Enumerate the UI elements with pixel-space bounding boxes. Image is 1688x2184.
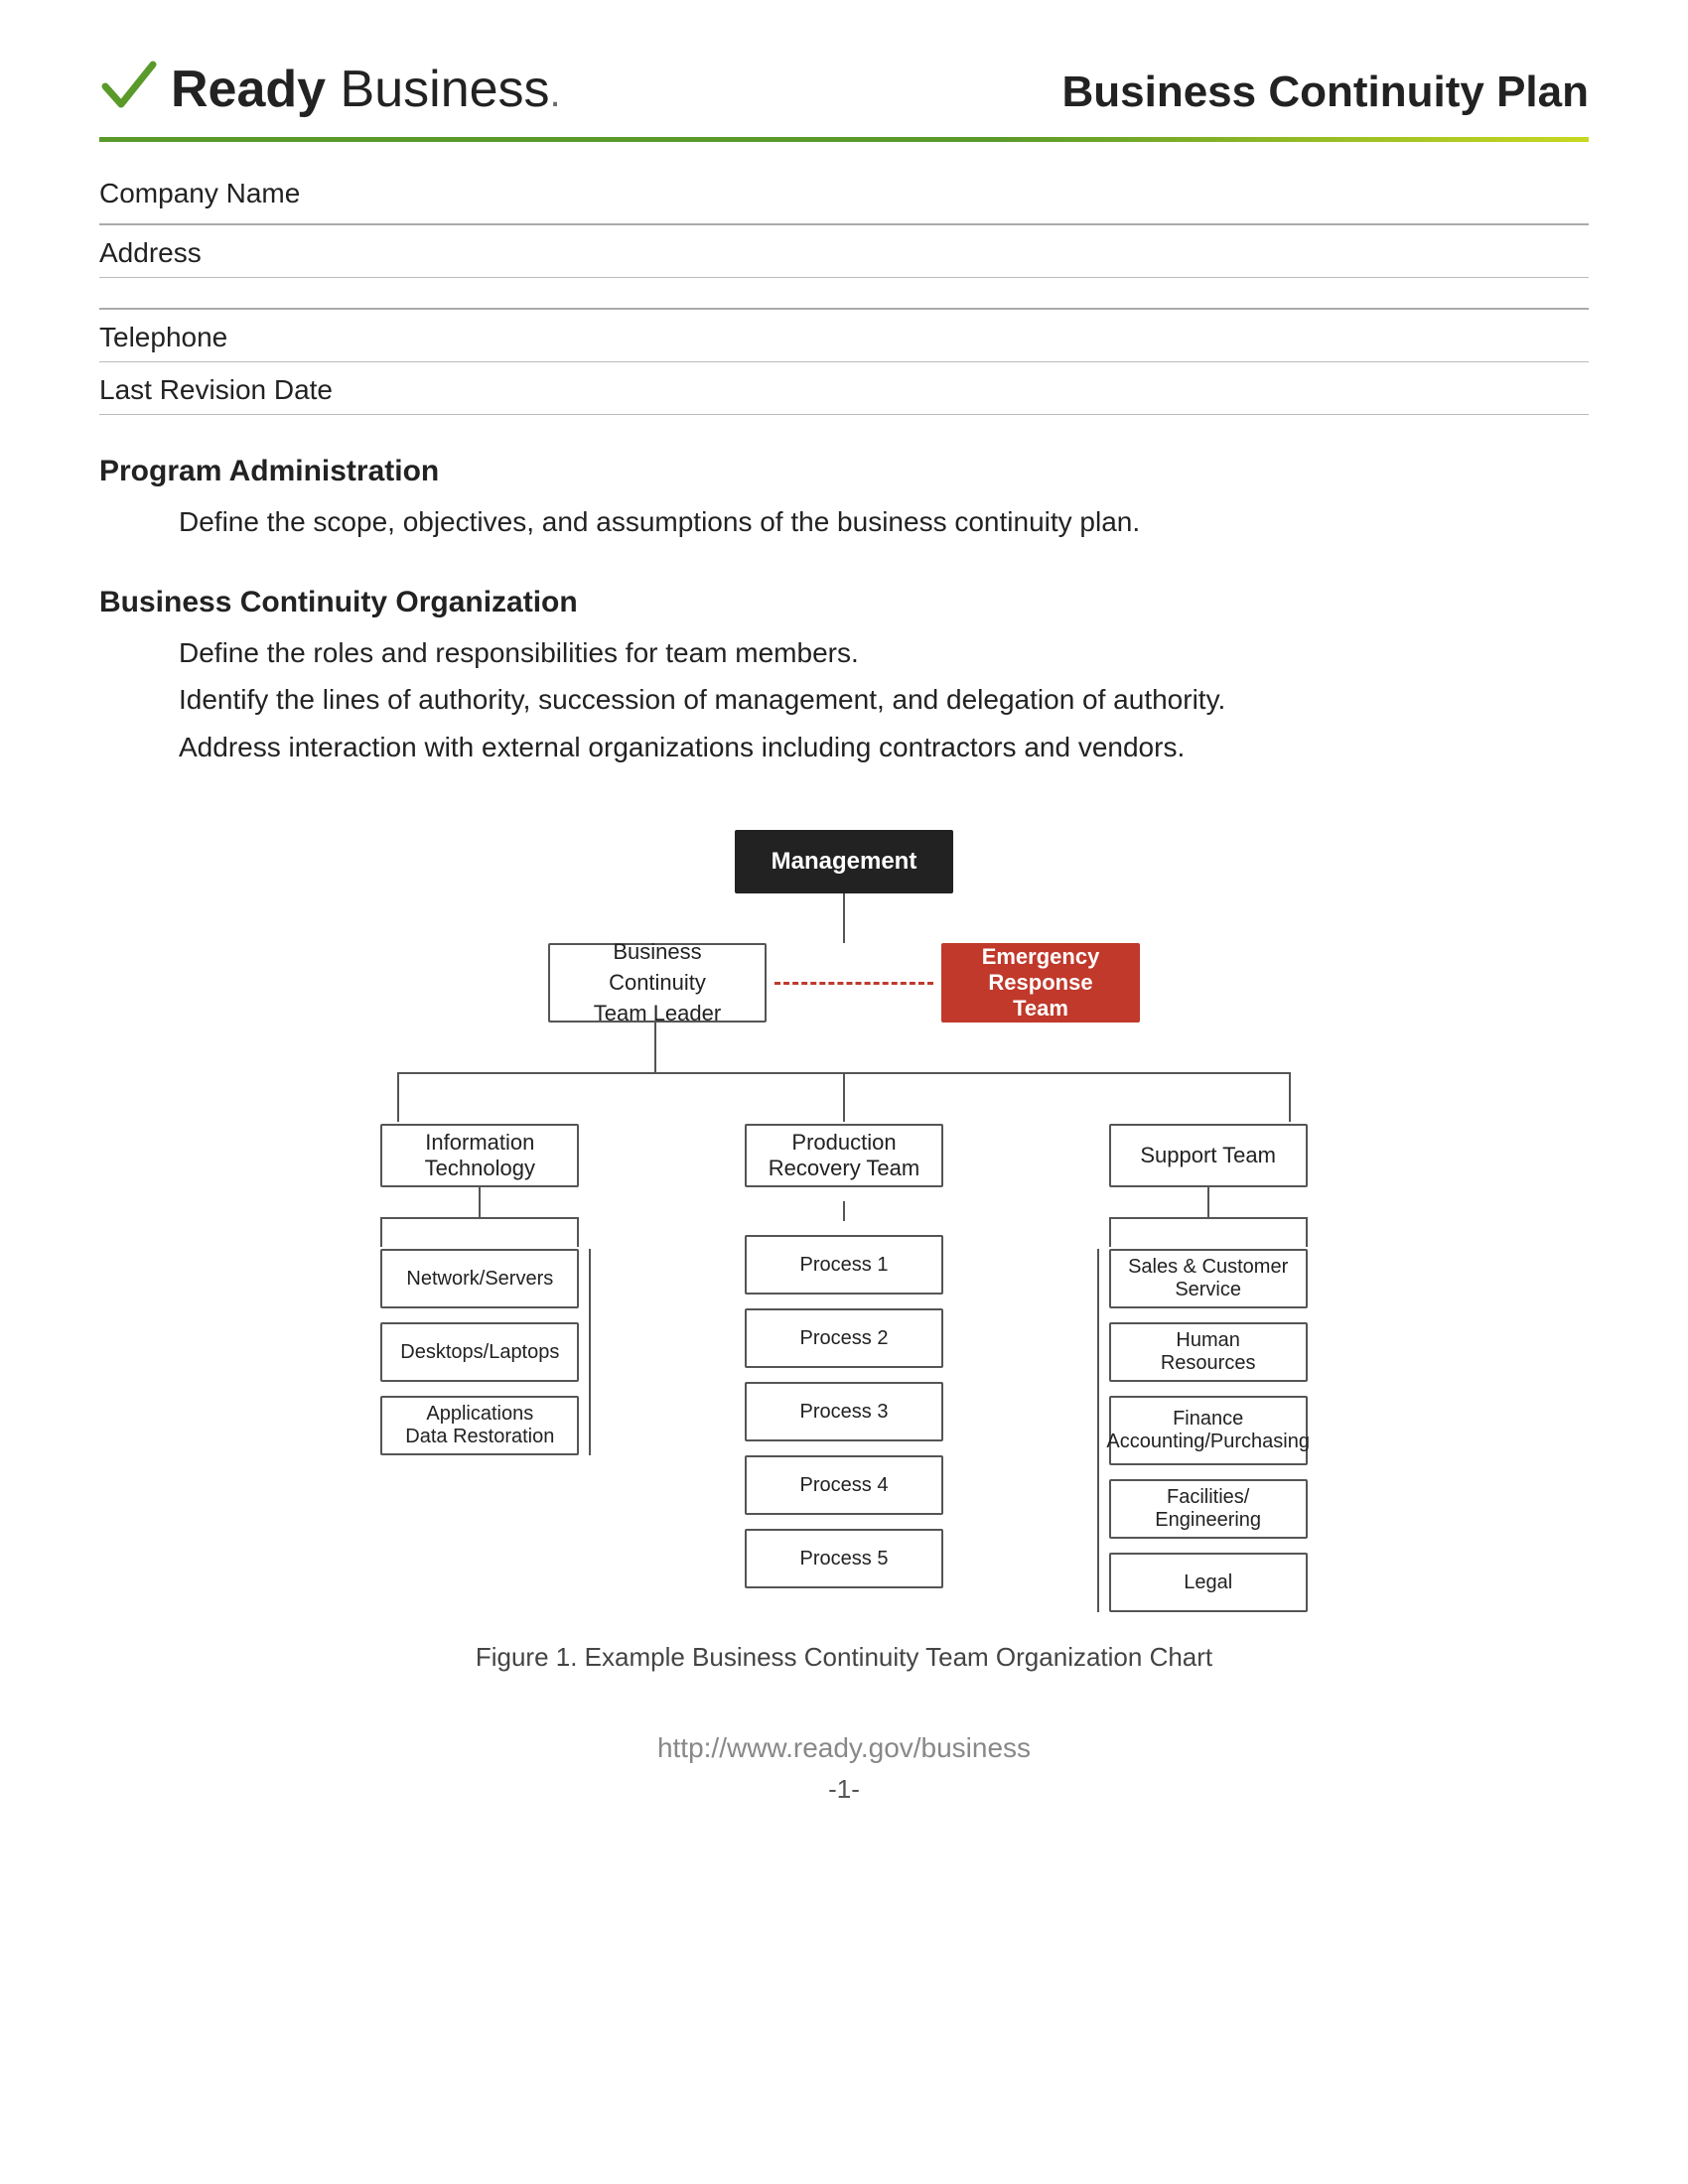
support-hline [1109,1217,1308,1219]
bc-org-title: Business Continuity Organization [99,586,1589,619]
org-chart: Management Business ContinuityTeam Leade… [199,830,1489,1673]
checkmark-icon [99,55,159,114]
bc-org-section: Business Continuity Organization Define … [99,586,1589,771]
telephone-top-line [99,308,1589,310]
apps-node: ApplicationsData Restoration [380,1396,579,1455]
logo-text: Ready Business. [171,60,561,119]
company-name-field: Company Name [99,172,1589,225]
prod-column: ProductionRecovery Team Process 1 Proces… [662,1124,1027,1612]
last-revision-line [99,414,1589,415]
support-subnodes: Sales & CustomerService Human Resources … [1099,1249,1318,1612]
support-vline1 [1207,1187,1209,1217]
it-column: InformationTechnology [298,1124,662,1612]
it-node: InformationTechnology [380,1124,579,1187]
program-admin-section: Program Administration Define the scope,… [99,455,1589,546]
prod-node: ProductionRecovery Team [745,1124,943,1187]
header-divider [99,137,1589,142]
address-field: Address [99,231,1589,278]
mgmt-vline [843,893,845,943]
support-column: Support Team Sales & Custom [1026,1124,1390,1612]
last-revision-label: Last Revision Date [99,368,1589,408]
program-admin-title: Program Administration [99,455,1589,488]
it-hline [380,1217,579,1219]
ert-node: EmergencyResponse Team [941,943,1140,1023]
three-col-bracket: InformationTechnology [298,1072,1390,1612]
logo-area: Ready Business. [99,60,561,119]
form-section-2: Telephone Last Revision Date [99,308,1589,415]
three-cols: InformationTechnology [298,1124,1390,1612]
chart-caption: Figure 1. Example Business Continuity Te… [199,1642,1489,1673]
management-node: Management [735,830,953,893]
left-col-drop [397,1072,399,1122]
bcl-node: Business ContinuityTeam Leader [548,943,767,1023]
page-footer: http://www.ready.gov/business -1- [99,1732,1589,1805]
page-header: Ready Business. Business Continuity Plan [99,60,1589,119]
desktops-node: Desktops/Laptops [380,1322,579,1382]
right-col-drop [1289,1072,1291,1122]
it-right-drop [577,1217,579,1247]
it-subnodes: Network/Servers Desktops/Laptops Applica… [370,1249,589,1455]
telephone-bottom-line [99,361,1589,362]
sales-node: Sales & CustomerService [1109,1249,1308,1308]
support-node: Support Team [1109,1124,1308,1187]
facilities-node: Facilities/Engineering [1109,1479,1308,1539]
support-right-drop [1306,1217,1308,1247]
company-name-label: Company Name [99,172,1589,211]
process4-node: Process 4 [745,1455,943,1515]
process1-node: Process 1 [745,1235,943,1295]
it-right-bracket [589,1249,591,1455]
it-vline1 [479,1187,481,1217]
telephone-field: Telephone [99,308,1589,362]
address-line [99,277,1589,278]
process5-node: Process 5 [745,1529,943,1588]
page-title: Business Continuity Plan [1061,60,1589,117]
footer-url: http://www.ready.gov/business [99,1732,1589,1764]
bcl-vline [654,1023,656,1072]
telephone-label: Telephone [99,316,1589,355]
last-revision-field: Last Revision Date [99,368,1589,415]
hr-node: Human Resources [1109,1322,1308,1382]
process2-node: Process 2 [745,1308,943,1368]
bcl-ert-row: Business ContinuityTeam Leader Emergency… [548,943,1140,1023]
process3-node: Process 3 [745,1382,943,1441]
support-left-drop [1109,1217,1111,1247]
prod-vline [843,1201,845,1221]
company-name-line [99,223,1589,225]
footer-page: -1- [99,1774,1589,1805]
dashed-connector [774,982,933,985]
bc-org-body: Define the roles and responsibilities fo… [179,629,1589,771]
form-section: Company Name Address [99,172,1589,278]
program-admin-body: Define the scope, objectives, and assump… [179,498,1589,546]
it-left-drop [380,1217,382,1247]
support-left-bracket [1097,1249,1099,1612]
address-label: Address [99,231,1589,271]
center-col-drop [843,1072,845,1122]
legal-node: Legal [1109,1553,1308,1612]
finance-node: FinanceAccounting/Purchasing [1109,1396,1308,1465]
network-node: Network/Servers [380,1249,579,1308]
